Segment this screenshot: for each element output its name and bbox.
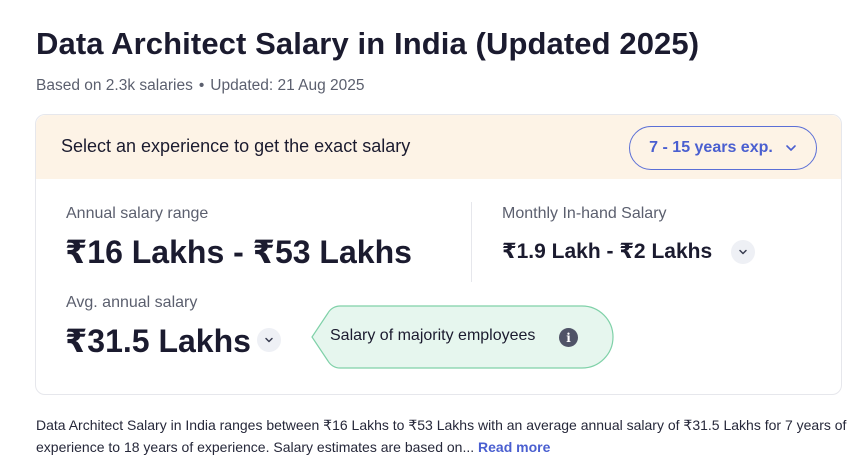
avg-salary-label: Avg. annual salary [66,294,198,311]
meta-separator: • [198,77,205,94]
majority-salary-tooltip: Salary of majority employees i [310,305,614,369]
monthly-salary-value: ₹1.9 Lakh - ₹2 Lakhs [502,240,713,263]
avg-salary-value: ₹31.5 Lakhs [65,323,251,359]
experience-header: Select an experience to get the exact sa… [36,115,841,179]
salary-description: Data Architect Salary in India ranges be… [36,414,848,458]
monthly-salary-label: Monthly In-hand Salary [502,205,667,222]
experience-dropdown[interactable]: 7 - 15 years exp. [629,126,817,170]
experience-prompt: Select an experience to get the exact sa… [61,136,411,156]
page-meta: Based on 2.3k salaries • Updated: 21 Aug 2… [36,77,365,95]
chevron-down-icon [739,249,747,255]
updated-date: Updated: 21 Aug 2025 [210,77,365,94]
chevron-down-icon [786,145,796,151]
annual-range-value: ₹16 Lakhs - ₹53 Lakhs [65,234,412,270]
salary-card: Select an experience to get the exact sa… [35,114,842,395]
majority-tooltip-text: Salary of majority employees [330,327,536,344]
column-divider [471,202,472,282]
description-text: Data Architect Salary in India ranges be… [36,417,847,455]
experience-dropdown-label: 7 - 15 years exp. [649,139,773,156]
info-icon[interactable]: i [559,328,578,347]
chevron-down-icon [265,337,273,343]
avg-expand-button[interactable] [257,328,281,352]
monthly-expand-button[interactable] [731,240,755,264]
annual-range-label: Annual salary range [66,205,209,222]
page-title: Data Architect Salary in India (Updated … [36,26,700,61]
read-more-link[interactable]: Read more [478,439,550,455]
salary-count: Based on 2.3k salaries [36,77,193,94]
